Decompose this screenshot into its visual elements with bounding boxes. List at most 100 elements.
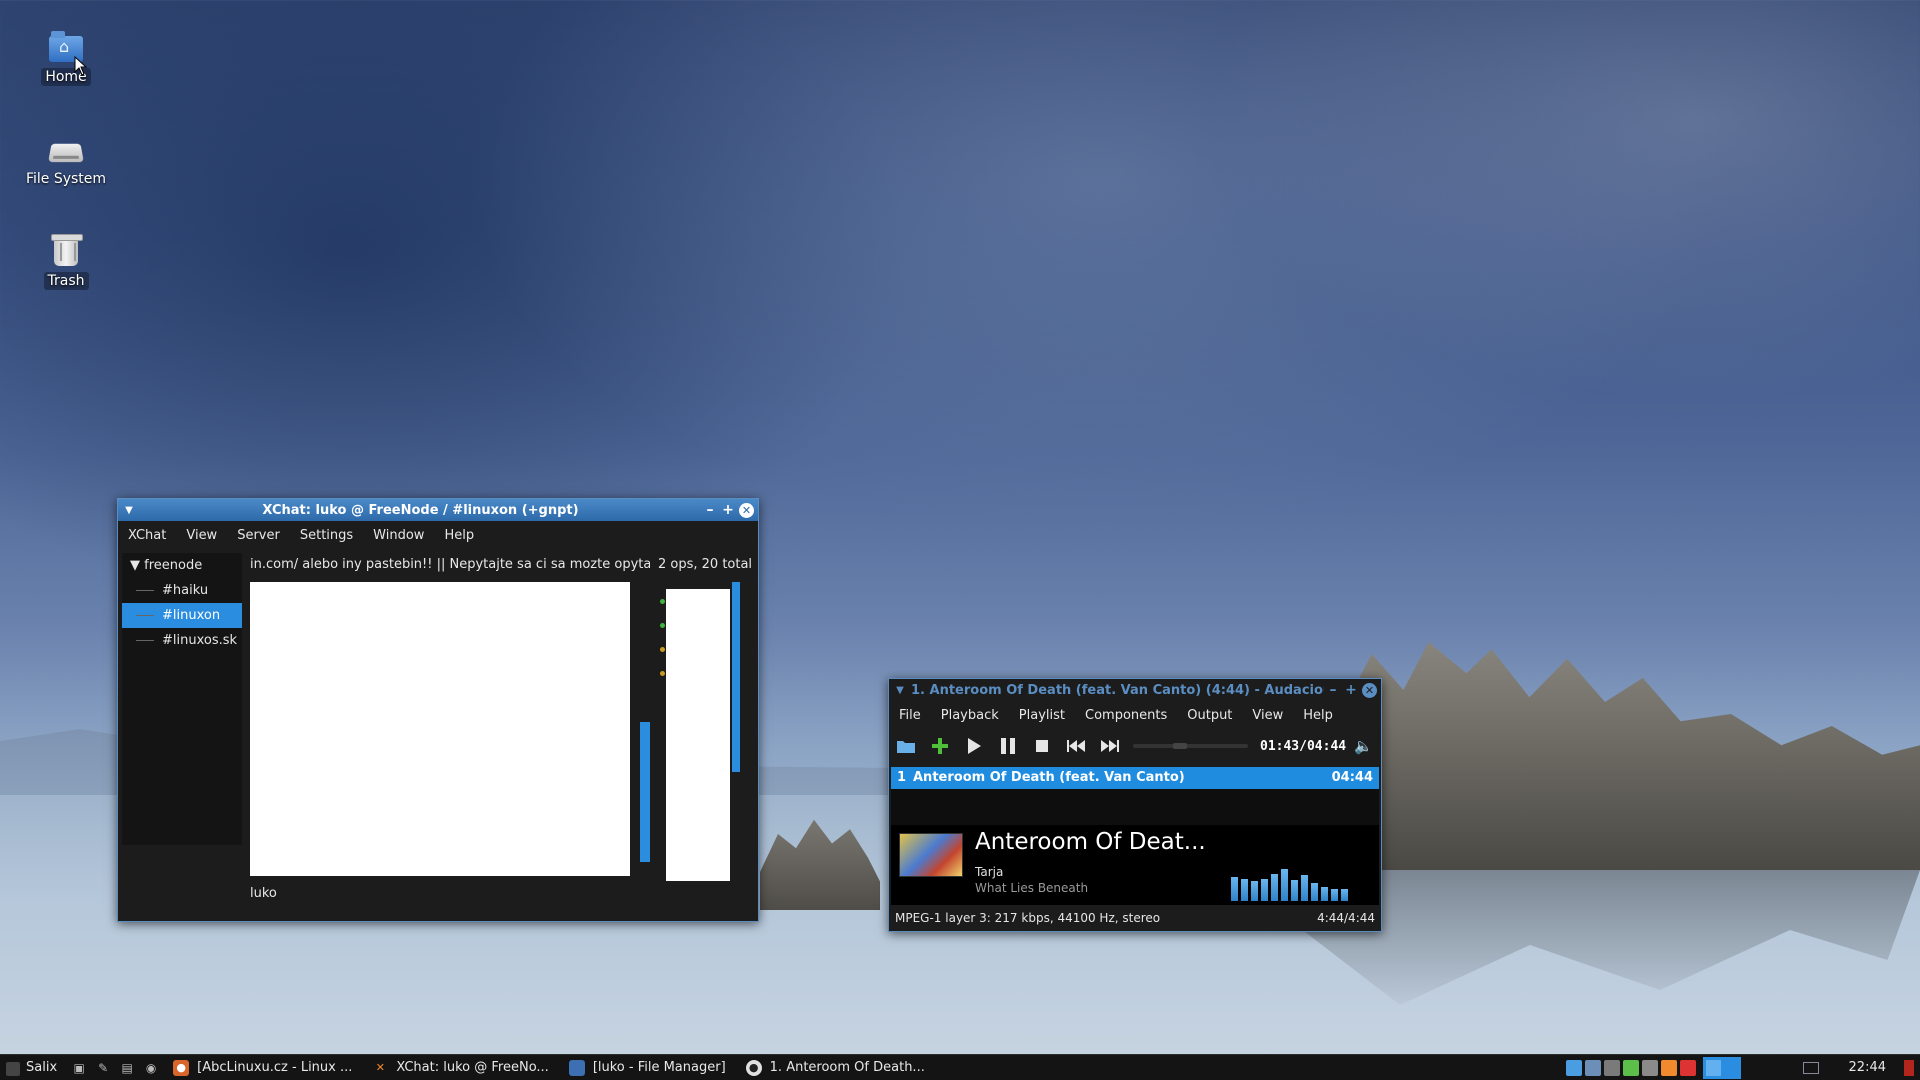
visualizer-bar bbox=[1331, 889, 1338, 901]
task-label: [luko - File Manager] bbox=[592, 1060, 726, 1075]
xchat-icon: ✕ bbox=[375, 1060, 385, 1074]
task-button-xchat[interactable]: ✕ XChat: luko @ FreeNo... bbox=[362, 1055, 558, 1080]
wallpaper-rocks bbox=[1290, 642, 1920, 870]
play-icon[interactable] bbox=[957, 731, 991, 761]
notification-tray-icon[interactable] bbox=[1679, 1059, 1696, 1076]
network-tray-icon[interactable] bbox=[1565, 1059, 1582, 1076]
workspace-pager[interactable] bbox=[1702, 1056, 1741, 1079]
file-manager-launcher-icon[interactable]: ▤ bbox=[115, 1057, 139, 1079]
seek-knob[interactable] bbox=[1173, 743, 1187, 749]
xchat-tray-icon[interactable] bbox=[1660, 1059, 1677, 1076]
desktop-icon-home[interactable]: Home bbox=[6, 28, 126, 86]
tree-channel-haiku[interactable]: #haiku bbox=[122, 578, 242, 603]
maximize-button[interactable]: + bbox=[1342, 682, 1360, 698]
start-menu-button[interactable]: Salix bbox=[0, 1060, 67, 1076]
track-length: 04:44 bbox=[1331, 770, 1373, 785]
desktop-icon-label: File System bbox=[25, 171, 107, 187]
tree-network-freenode[interactable]: ▼ freenode bbox=[122, 553, 242, 578]
menu-window[interactable]: Window bbox=[363, 528, 434, 543]
status-time: 4:44/4:44 bbox=[1317, 911, 1375, 925]
user-status-dot bbox=[660, 623, 665, 628]
menu-components[interactable]: Components bbox=[1075, 708, 1177, 723]
clipboard-tray-icon[interactable] bbox=[1622, 1059, 1639, 1076]
user-list-scrollbar[interactable] bbox=[732, 582, 740, 772]
audacious-menubar: File Playback Playlist Components Output… bbox=[889, 701, 1381, 729]
spectrum-visualizer bbox=[1231, 855, 1373, 901]
menu-view[interactable]: View bbox=[176, 528, 227, 543]
maximize-button[interactable]: + bbox=[719, 502, 737, 518]
chat-scrollbar[interactable] bbox=[638, 582, 652, 876]
visualizer-bar bbox=[1271, 874, 1278, 901]
visualizer-bar bbox=[1311, 883, 1318, 901]
tree-channel-linuxon[interactable]: #linuxon bbox=[122, 603, 242, 628]
chat-text-area[interactable] bbox=[250, 582, 630, 876]
desktop-icon-trash[interactable]: Trash bbox=[6, 232, 126, 290]
desktop-launcher-icon[interactable]: ▣ bbox=[67, 1057, 91, 1079]
album-art bbox=[899, 833, 963, 877]
network-label: freenode bbox=[144, 558, 203, 573]
editor-launcher-icon[interactable]: ✎ bbox=[91, 1057, 115, 1079]
visualizer-bar bbox=[1291, 880, 1298, 901]
clock[interactable]: 22:44 bbox=[1819, 1060, 1904, 1075]
audacious-titlebar[interactable]: ▼ 1. Anteroom Of Death (feat. Van Canto)… bbox=[889, 679, 1381, 701]
next-icon[interactable] bbox=[1093, 731, 1127, 761]
workspace-1[interactable] bbox=[1705, 1059, 1721, 1076]
previous-icon[interactable] bbox=[1059, 731, 1093, 761]
menu-xchat[interactable]: XChat bbox=[118, 528, 176, 543]
channel-label: #linuxon bbox=[162, 608, 221, 623]
nick-button[interactable]: luko bbox=[250, 883, 650, 905]
close-button[interactable]: ✕ bbox=[739, 502, 754, 518]
display-tray-icon[interactable] bbox=[1641, 1059, 1658, 1076]
track-title: Anteroom Of Death (feat. Van Canto) bbox=[913, 770, 1185, 785]
menu-help[interactable]: Help bbox=[1293, 708, 1343, 723]
menu-output[interactable]: Output bbox=[1177, 708, 1242, 723]
scrollbar-thumb[interactable] bbox=[640, 722, 650, 862]
task-button-file-manager[interactable]: [luko - File Manager] bbox=[559, 1055, 736, 1080]
window-title: XChat: luko @ FreeNode / #linuxon (+gnpt… bbox=[262, 502, 579, 518]
volume-icon[interactable]: 🔈 bbox=[1346, 737, 1373, 755]
status-bar: MPEG-1 layer 3: 217 kbps, 44100 Hz, ster… bbox=[889, 907, 1381, 929]
stop-icon[interactable] bbox=[1025, 731, 1059, 761]
window-menu-icon[interactable]: ▼ bbox=[118, 505, 140, 516]
menu-server[interactable]: Server bbox=[227, 528, 290, 543]
menu-file[interactable]: File bbox=[889, 708, 931, 723]
minimize-button[interactable]: – bbox=[1324, 682, 1342, 698]
seek-slider[interactable] bbox=[1133, 743, 1248, 749]
folder-icon bbox=[568, 1059, 585, 1076]
xchat-menubar: XChat View Server Settings Window Help bbox=[118, 521, 758, 549]
audacious-window[interactable]: ▼ 1. Anteroom Of Death (feat. Van Canto)… bbox=[888, 678, 1382, 932]
keyboard-layout-icon[interactable] bbox=[1802, 1061, 1819, 1074]
window-menu-icon[interactable]: ▼ bbox=[889, 685, 911, 696]
minimize-button[interactable]: – bbox=[701, 502, 719, 518]
tree-channel-linuxos-sk[interactable]: #linuxos.sk bbox=[122, 628, 242, 653]
firefox-icon: ● bbox=[173, 1059, 190, 1076]
add-icon[interactable] bbox=[923, 731, 957, 761]
menu-view[interactable]: View bbox=[1242, 708, 1293, 723]
workspace-2[interactable] bbox=[1722, 1059, 1738, 1076]
open-folder-icon[interactable] bbox=[889, 731, 923, 761]
channel-label: #linuxos.sk bbox=[162, 633, 238, 648]
menu-playlist[interactable]: Playlist bbox=[1009, 708, 1075, 723]
channel-tree: ▼ freenode #haiku #linuxon #linuxos.sk bbox=[122, 553, 242, 845]
browser-launcher-icon[interactable]: ◉ bbox=[139, 1057, 163, 1079]
close-button[interactable]: ✕ bbox=[1362, 682, 1377, 698]
updates-tray-icon[interactable] bbox=[1584, 1059, 1601, 1076]
pause-icon[interactable] bbox=[991, 731, 1025, 761]
xchat-window[interactable]: ▼ XChat: luko @ FreeNode / #linuxon (+gn… bbox=[117, 498, 759, 922]
show-desktop-icon[interactable] bbox=[1904, 1059, 1914, 1076]
user-status-dot bbox=[660, 599, 665, 604]
xchat-titlebar[interactable]: ▼ XChat: luko @ FreeNode / #linuxon (+gn… bbox=[118, 499, 758, 521]
task-button-audacious[interactable]: ● 1. Anteroom Of Death... bbox=[736, 1055, 935, 1080]
track-number: 1 bbox=[897, 770, 907, 785]
task-button-browser[interactable]: ● [AbcLinuxu.cz - Linux ... bbox=[163, 1055, 362, 1080]
menu-settings[interactable]: Settings bbox=[290, 528, 363, 543]
channel-topic[interactable]: in.com/ alebo iny pastebin!! || Nepytajt… bbox=[250, 554, 650, 576]
menu-playback[interactable]: Playback bbox=[931, 708, 1009, 723]
desktop-icon-file-system[interactable]: File System bbox=[6, 130, 126, 188]
wallpaper-small-rocks bbox=[760, 819, 880, 910]
user-list[interactable] bbox=[666, 589, 730, 881]
menu-help[interactable]: Help bbox=[434, 528, 484, 543]
battery-tray-icon[interactable] bbox=[1603, 1059, 1620, 1076]
playlist-row[interactable]: 1 Anteroom Of Death (feat. Van Canto) 04… bbox=[891, 767, 1379, 789]
player-toolbar: 01:43/04:44 🔈 bbox=[889, 731, 1381, 761]
